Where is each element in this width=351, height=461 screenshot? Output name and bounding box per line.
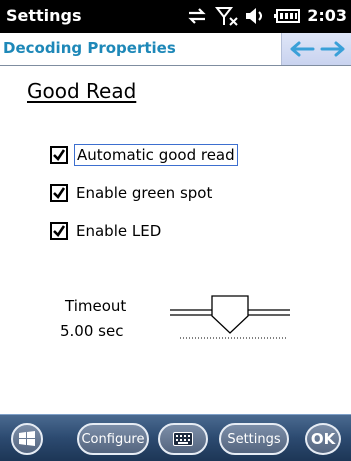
settings-label: Settings	[227, 431, 281, 447]
windows-start-icon	[19, 431, 35, 446]
slider-thumb	[211, 295, 249, 334]
page-title: Decoding Properties	[3, 39, 176, 57]
page-header: Decoding Properties	[0, 33, 351, 66]
ok-label: OK	[310, 430, 336, 448]
keyboard-button[interactable]	[158, 423, 208, 455]
checkbox-label[interactable]: Enable green spot	[74, 183, 214, 203]
nav-buttons	[281, 33, 351, 65]
status-title: Settings	[6, 6, 82, 25]
checkbox[interactable]	[50, 222, 68, 240]
back-arrow-icon[interactable]	[289, 40, 315, 58]
status-bar: Settings 2:03	[0, 0, 351, 33]
no-signal-icon[interactable]	[215, 6, 239, 26]
connectivity-icon[interactable]	[186, 6, 208, 26]
checkbox-label[interactable]: Enable LED	[74, 221, 163, 241]
checkbox-enable-green-spot[interactable]: Enable green spot	[50, 181, 214, 205]
battery-icon[interactable]	[273, 6, 301, 26]
settings-button[interactable]: Settings	[219, 423, 289, 455]
bottom-toolbar: Configure Settings OK	[0, 414, 351, 461]
checkbox-enable-led[interactable]: Enable LED	[50, 219, 163, 243]
keyboard-icon	[173, 432, 193, 446]
start-button[interactable]	[11, 423, 43, 455]
speaker-icon[interactable]	[244, 6, 268, 26]
section-title: Good Read	[27, 79, 137, 103]
configure-label: Configure	[81, 431, 145, 447]
checkbox[interactable]	[50, 184, 68, 202]
checkbox[interactable]	[50, 146, 68, 164]
timeout-value: 5.00 sec	[60, 322, 124, 340]
clock[interactable]: 2:03	[307, 6, 347, 25]
forward-arrow-icon[interactable]	[320, 40, 346, 58]
ok-button[interactable]: OK	[305, 423, 341, 455]
timeout-slider[interactable]	[170, 290, 290, 345]
timeout-label: Timeout	[65, 297, 127, 315]
checkbox-label[interactable]: Automatic good read	[74, 144, 238, 166]
checkbox-automatic-good-read[interactable]: Automatic good read	[50, 143, 238, 167]
configure-button[interactable]: Configure	[77, 423, 149, 455]
